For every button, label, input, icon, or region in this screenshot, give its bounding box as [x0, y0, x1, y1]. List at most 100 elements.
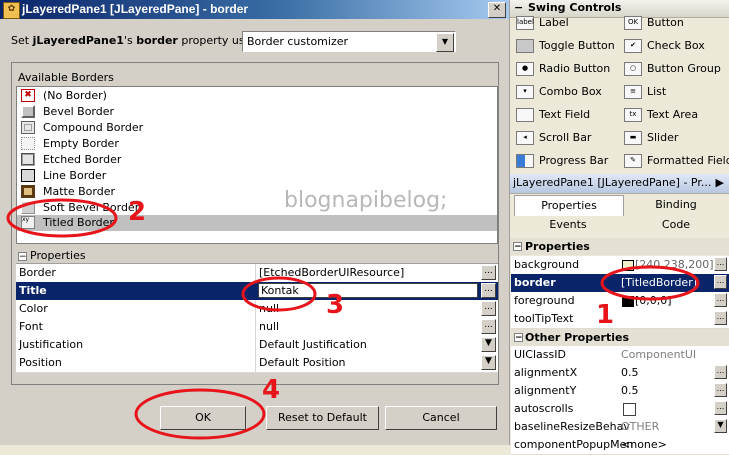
border-label: Bevel Border [43, 105, 115, 118]
palette-item-text-area[interactable]: tx Text Area [624, 108, 698, 122]
ellipsis-button[interactable]: ... [481, 319, 496, 334]
tab-events[interactable]: Events [514, 215, 622, 235]
palette-item-slider[interactable]: ▬ Slider [624, 131, 678, 145]
netbeans-app-icon: ✿ [3, 2, 20, 19]
property-row-position[interactable]: Position Default Position ▼ [16, 354, 498, 373]
properties-section[interactable]: − Properties [510, 238, 729, 255]
property-name: UIClassID [514, 348, 566, 361]
customizer-select[interactable]: Border customizer ▼ [242, 31, 456, 52]
tab-code[interactable]: Code [622, 215, 729, 235]
color-swatch [622, 296, 634, 307]
tab-binding[interactable]: Binding [622, 195, 729, 215]
collapse-icon[interactable]: − [18, 252, 27, 262]
property-row-title[interactable]: Title Kontak ... [16, 282, 498, 301]
inspector-row-tooltiptext[interactable]: toolTipText ... [511, 310, 729, 329]
property-row-color[interactable]: Color null ... [16, 300, 498, 319]
inspector-row-border[interactable]: border [TitledBorder] ... [511, 274, 729, 293]
palette-item-check-box[interactable]: ✔ Check Box [624, 39, 705, 53]
prop-component: jLayeredPane1 [32, 34, 124, 47]
inspector-row-componentpopupmenu[interactable]: componentPopupMen <none> [511, 436, 729, 455]
palette-item-toggle-button[interactable]: Toggle Button [516, 39, 615, 53]
list-item[interactable]: Empty Border [17, 136, 497, 152]
panel-menu-icon[interactable]: ▶ [716, 176, 724, 189]
property-name: Title [19, 284, 47, 297]
palette-item-label[interactable]: label Label [516, 16, 569, 30]
palette-item-text: Text Area [647, 108, 699, 121]
list-item[interactable]: ✖ (No Border) [17, 88, 497, 104]
palette-item-button-group[interactable]: ○ Button Group [624, 62, 721, 76]
text-field-icon [516, 108, 534, 122]
collapse-icon[interactable]: − [513, 242, 522, 252]
list-item[interactable]: Etched Border [17, 152, 497, 168]
property-value: 0.5 [621, 384, 639, 397]
watermark-text: blognapibelog; [284, 188, 448, 213]
reset-to-default-button[interactable]: Reset to Default [266, 406, 379, 430]
palette-item-formatted-field[interactable]: ✎ Formatted Field [624, 154, 729, 168]
ok-button[interactable]: OK [160, 406, 246, 430]
list-item[interactable]: Line Border [17, 168, 497, 184]
chevron-down-icon[interactable]: ▼ [481, 355, 496, 370]
list-item-selected[interactable]: xy Titled Border [17, 215, 497, 231]
inspector-row-alignmentx[interactable]: alignmentX 0.5 ... [511, 364, 729, 383]
ellipsis-button[interactable]: ... [481, 301, 496, 316]
palette-item-radio-button[interactable]: ● Radio Button [516, 62, 610, 76]
palette-item-scroll-bar[interactable]: ◂ Scroll Bar [516, 131, 591, 145]
property-name: border [514, 276, 556, 289]
dialog-titlebar[interactable]: ✿ jLayeredPane1 [JLayeredPane] - border … [0, 0, 509, 19]
cancel-button[interactable]: Cancel [385, 406, 497, 430]
chevron-down-icon[interactable]: ▼ [481, 337, 496, 352]
property-row-justification[interactable]: Justification Default Justification ▼ [16, 336, 498, 355]
column-divider [255, 264, 256, 282]
ellipsis-button[interactable]: ... [714, 365, 727, 379]
collapse-icon[interactable]: − [514, 333, 523, 343]
empty-border-icon [21, 137, 35, 150]
scroll-bar-icon: ◂ [516, 131, 534, 145]
button-icon: OK [624, 16, 642, 30]
minus-icon[interactable]: − [514, 1, 523, 14]
inspector-row-autoscrolls[interactable]: autoscrolls ... [511, 400, 729, 419]
soft-bevel-border-icon [21, 201, 35, 214]
ellipsis-button[interactable]: ... [714, 275, 727, 289]
property-row-border[interactable]: Border [EtchedBorderUIResource] ... [16, 264, 498, 283]
inspector-row-alignmenty[interactable]: alignmentY 0.5 ... [511, 382, 729, 401]
ellipsis-button[interactable]: ... [481, 283, 496, 298]
tab-properties[interactable]: Properties [514, 195, 624, 216]
formatted-field-icon: ✎ [624, 154, 642, 168]
border-label: Titled Border [43, 216, 114, 229]
matte-border-icon [21, 185, 35, 198]
autoscrolls-checkbox[interactable] [623, 403, 636, 416]
palette-item-combo-box[interactable]: ▾ Combo Box [516, 85, 602, 99]
title-input[interactable]: Kontak [258, 283, 478, 298]
etched-border-icon [21, 153, 35, 166]
annotation-number-2: 2 [128, 197, 147, 227]
ellipsis-button[interactable]: ... [714, 293, 727, 307]
border-label: (No Border) [43, 89, 107, 102]
inspector-row-background[interactable]: background [240,238,200] ... [511, 256, 729, 275]
palette-item-button[interactable]: OK Button [624, 16, 684, 30]
ellipsis-button[interactable]: ... [481, 265, 496, 280]
property-row-font[interactable]: Font null ... [16, 318, 498, 337]
ellipsis-button[interactable]: ... [714, 383, 727, 397]
palette-item-progress-bar[interactable]: Progress Bar [516, 154, 608, 168]
list-item[interactable]: Compound Border [17, 120, 497, 136]
palette-item-text: Slider [647, 131, 679, 144]
other-properties-section[interactable]: − Other Properties [511, 329, 729, 346]
ellipsis-button[interactable]: ... [714, 401, 727, 415]
chevron-down-icon[interactable]: ▼ [436, 33, 454, 52]
compound-border-icon [21, 121, 35, 134]
palette-item-text: Label [539, 16, 569, 29]
palette-item-text-field[interactable]: Text Field [516, 108, 590, 122]
close-button[interactable]: ✕ [488, 2, 506, 18]
prop-name: border [136, 34, 178, 47]
chevron-down-icon[interactable]: ▼ [714, 419, 727, 433]
inspector-row-baselineresizebehavior[interactable]: baselineResizeBehav OTHER ▼ [511, 418, 729, 437]
list-item[interactable]: Bevel Border [17, 104, 497, 120]
property-name: autoscrolls [514, 402, 574, 415]
ellipsis-button[interactable]: ... [714, 257, 727, 271]
inspector-row-foreground[interactable]: foreground [0,0,0] ... [511, 292, 729, 311]
palette-item-list[interactable]: ≡ List [624, 85, 666, 99]
inspector-row-uiclassid[interactable]: UIClassID ComponentUI [511, 346, 729, 365]
border-list[interactable]: ✖ (No Border) Bevel Border Compound Bord… [16, 86, 498, 244]
ellipsis-button[interactable]: ... [714, 311, 727, 325]
palette-item-text: Toggle Button [539, 39, 615, 52]
